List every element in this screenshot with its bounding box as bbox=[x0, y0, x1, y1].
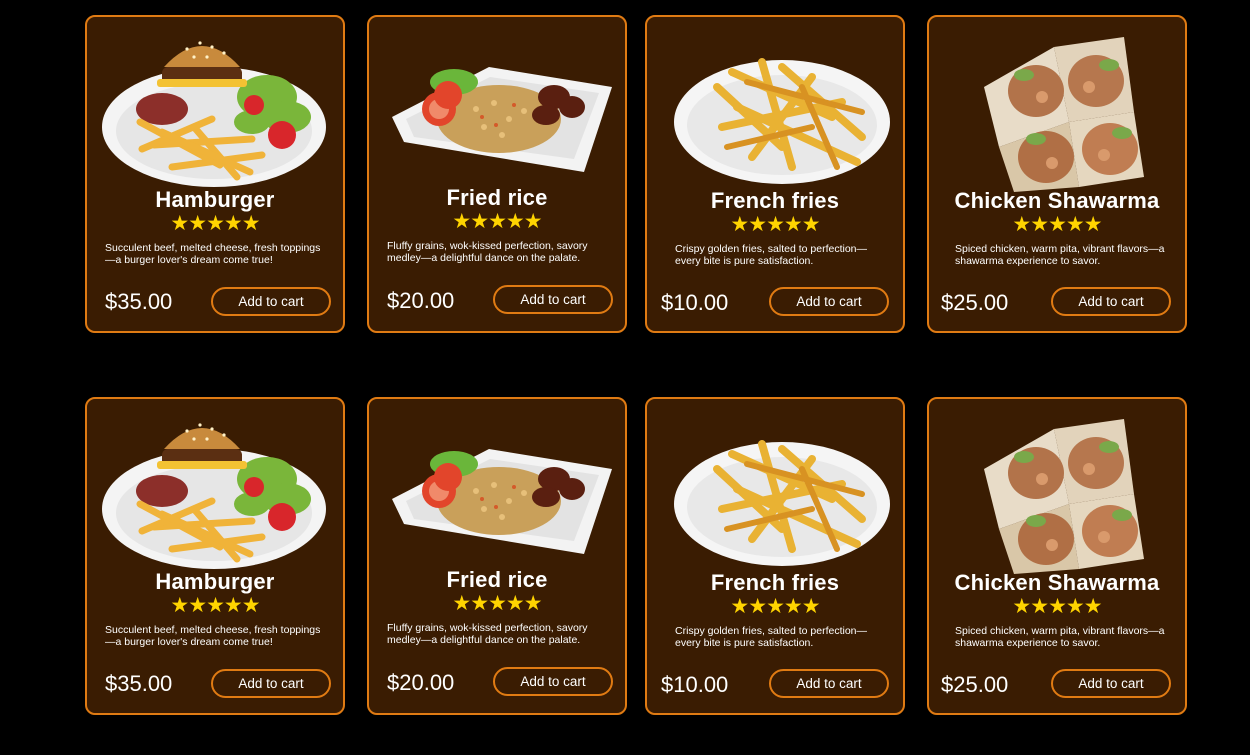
add-to-cart-button[interactable]: Add to cart bbox=[769, 669, 889, 698]
product-card-chicken-shawarma: Chicken Shawarma ★★★★★ Spiced chicken, w… bbox=[927, 397, 1187, 715]
product-price: $20.00 bbox=[387, 670, 455, 695]
add-to-cart-button[interactable]: Add to cart bbox=[1051, 287, 1171, 316]
product-name: Hamburger bbox=[155, 187, 275, 212]
star-rating: ★★★★★ bbox=[730, 595, 820, 618]
star-rating: ★★★★★ bbox=[1012, 213, 1102, 236]
product-price: $10.00 bbox=[661, 672, 729, 697]
star-rating: ★★★★★ bbox=[1012, 595, 1102, 618]
product-description: Succulent beef, melted cheese, fresh top… bbox=[105, 242, 321, 266]
product-price: $35.00 bbox=[105, 671, 173, 696]
product-name: French fries bbox=[710, 188, 840, 213]
add-to-cart-button[interactable]: Add to cart bbox=[493, 667, 613, 696]
product-description: Fluffy grains, wok-kissed perfection, sa… bbox=[387, 622, 588, 646]
product-card-fried-rice: Fried rice ★★★★★ Fluffy grains, wok-kiss… bbox=[367, 15, 627, 333]
product-name: Chicken Shawarma bbox=[954, 570, 1160, 595]
product-price: $20.00 bbox=[387, 288, 455, 313]
product-description: Fluffy grains, wok-kissed perfection, sa… bbox=[387, 240, 588, 264]
product-price: $35.00 bbox=[105, 289, 173, 314]
product-grid: Hamburger ★★★★★ Succulent beef, melted c… bbox=[0, 0, 1250, 755]
product-price: $10.00 bbox=[661, 290, 729, 315]
add-to-cart-button[interactable]: Add to cart bbox=[211, 669, 331, 698]
star-rating: ★★★★★ bbox=[452, 210, 542, 233]
product-card-french-fries: French fries ★★★★★ Crispy golden fries, … bbox=[645, 397, 905, 715]
product-name: Fried rice bbox=[446, 567, 548, 592]
add-to-cart-button[interactable]: Add to cart bbox=[1051, 669, 1171, 698]
product-name: Fried rice bbox=[446, 185, 548, 210]
star-rating: ★★★★★ bbox=[170, 594, 260, 617]
star-rating: ★★★★★ bbox=[170, 212, 260, 235]
product-description: Crispy golden fries, salted to perfectio… bbox=[675, 243, 868, 267]
french-fries-image bbox=[662, 409, 892, 574]
product-card-hamburger: Hamburger ★★★★★ Succulent beef, melted c… bbox=[85, 15, 345, 333]
add-to-cart-button[interactable]: Add to cart bbox=[769, 287, 889, 316]
product-description: Spiced chicken, warm pita, vibrant flavo… bbox=[955, 243, 1165, 267]
product-name: Hamburger bbox=[155, 569, 275, 594]
chicken-shawarma-image bbox=[944, 27, 1174, 192]
product-description: Spiced chicken, warm pita, vibrant flavo… bbox=[955, 625, 1165, 649]
product-price: $25.00 bbox=[941, 672, 1009, 697]
product-card-hamburger: Hamburger ★★★★★ Succulent beef, melted c… bbox=[85, 397, 345, 715]
product-description: Crispy golden fries, salted to perfectio… bbox=[675, 625, 868, 649]
hamburger-with-fries-image bbox=[102, 409, 332, 574]
hamburger-with-fries-image bbox=[102, 27, 332, 192]
fried-rice-image bbox=[384, 27, 614, 192]
star-rating: ★★★★★ bbox=[452, 592, 542, 615]
add-to-cart-button[interactable]: Add to cart bbox=[211, 287, 331, 316]
product-card-fried-rice: Fried rice ★★★★★ Fluffy grains, wok-kiss… bbox=[367, 397, 627, 715]
french-fries-image bbox=[662, 27, 892, 192]
add-to-cart-button[interactable]: Add to cart bbox=[493, 285, 613, 314]
product-name: Chicken Shawarma bbox=[954, 188, 1160, 213]
fried-rice-image bbox=[384, 409, 614, 574]
chicken-shawarma-image bbox=[944, 409, 1174, 574]
product-card-chicken-shawarma: Chicken Shawarma ★★★★★ Spiced chicken, w… bbox=[927, 15, 1187, 333]
product-name: French fries bbox=[710, 570, 840, 595]
product-description: Succulent beef, melted cheese, fresh top… bbox=[105, 624, 321, 648]
star-rating: ★★★★★ bbox=[730, 213, 820, 236]
product-card-french-fries: French fries ★★★★★ Crispy golden fries, … bbox=[645, 15, 905, 333]
product-price: $25.00 bbox=[941, 290, 1009, 315]
